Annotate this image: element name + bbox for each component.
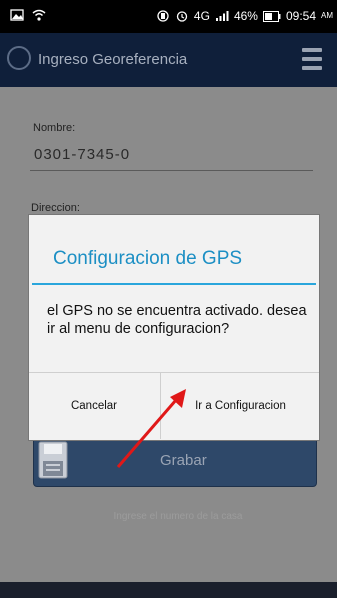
clock: 09:54 [285, 9, 316, 23]
direccion-label: Direccion: [31, 202, 80, 214]
image-notification-icon [10, 9, 24, 21]
vibrate-icon [157, 10, 169, 22]
clock-ampm: AM [321, 11, 333, 20]
app-logo-icon[interactable] [7, 46, 31, 70]
battery-percent: 46% [233, 9, 258, 23]
status-right: 4G 46% 09:54 AM [156, 9, 333, 23]
nombre-label: Nombre: [33, 122, 76, 134]
gps-dialog: Configuracion de GPS el GPS no se encuen… [28, 214, 320, 441]
app-title: Ingreso Georeferencia [38, 51, 188, 68]
dialog-button-row: Cancelar Ir a Configuracion [29, 372, 319, 441]
wifi-icon [32, 9, 46, 21]
save-disk-icon [38, 441, 68, 479]
hamburger-menu-icon[interactable] [302, 48, 322, 70]
go-to-settings-button[interactable]: Ir a Configuracion [160, 373, 320, 439]
faded-hint-text: Ingrese el numero de la casa [113, 511, 243, 522]
dialog-title-divider [32, 283, 316, 285]
nombre-input[interactable]: 0301-7345-0 [34, 146, 130, 163]
bottom-bar [0, 582, 337, 598]
status-left [10, 9, 46, 21]
battery-icon [262, 10, 281, 22]
phone-screen: 4G 46% 09:54 AM Ingreso Georeferencia No… [0, 0, 337, 598]
signal-strength-icon [215, 11, 229, 21]
network-type: 4G [193, 9, 210, 23]
grabar-label: Grabar [160, 452, 207, 469]
cancel-button[interactable]: Cancelar [29, 373, 159, 439]
alarm-icon [176, 11, 188, 22]
nombre-underline [30, 170, 313, 171]
status-bar: 4G 46% 09:54 AM [0, 0, 337, 33]
dialog-message: el GPS no se encuentra activado. desea i… [47, 303, 307, 337]
dialog-title: Configuracion de GPS [53, 248, 243, 269]
action-bar: Ingreso Georeferencia [0, 33, 337, 87]
